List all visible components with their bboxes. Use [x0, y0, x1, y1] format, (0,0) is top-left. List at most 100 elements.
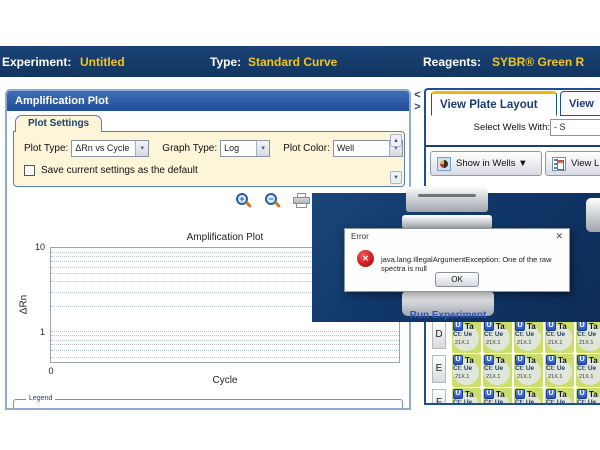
plate-wells-icon — [437, 157, 451, 171]
well-ct: Ct: Ue — [576, 365, 600, 373]
well-top-text: 21X.1 — [483, 339, 512, 347]
settings-scrollbar[interactable]: ▲ ▼ — [389, 133, 403, 185]
well-ct: Ct: Ue — [452, 331, 481, 339]
well-row: UTaCt: Ue21X.1UTaCt: Ue21X.1UTaCt: Ue21X… — [452, 388, 600, 405]
view-legend-button[interactable]: View L — [545, 151, 600, 176]
experiment-value: Untitled — [80, 55, 125, 69]
task-unknown-icon: U — [546, 389, 556, 399]
well-ct: Ct: Ue — [514, 331, 543, 339]
plate-well[interactable]: UTaCt: Ue21X.1 — [483, 354, 512, 387]
reagents-value: SYBR® Green R — [492, 55, 584, 69]
plate-well[interactable]: UTaCt: Ue21X.1 — [452, 320, 481, 353]
well-top-text: 21X.1 — [452, 373, 481, 381]
task-unknown-icon: U — [484, 389, 494, 399]
well-ct: Ct: Ue — [514, 399, 543, 405]
magnifier-handle — [245, 201, 252, 208]
instrument-tray-graphic — [406, 186, 488, 212]
graph-type-label: Graph Type: — [162, 143, 217, 154]
scroll-up-icon[interactable]: ▲ — [390, 134, 402, 147]
instrument-side-graphic — [586, 198, 600, 232]
error-icon: ✕ — [357, 250, 374, 267]
well-target: Ta — [465, 390, 474, 399]
save-default-label: Save current settings as the default — [41, 165, 198, 176]
chevron-down-icon: ▾ — [256, 141, 269, 156]
task-unknown-icon: U — [577, 389, 587, 399]
collapse-right-icon[interactable]: > — [411, 101, 424, 113]
tab-plot-settings[interactable]: Plot Settings — [15, 115, 102, 132]
zoom-in-icon[interactable]: + — [235, 193, 252, 210]
task-unknown-icon: U — [453, 389, 463, 399]
ok-button[interactable]: OK — [435, 272, 479, 287]
plate-well[interactable]: UTaCt: Ue21X.1 — [514, 354, 543, 387]
well-ct: Ct: Ue — [545, 399, 574, 405]
task-unknown-icon: U — [577, 355, 587, 365]
legend-label: Legend — [26, 395, 55, 402]
printer-paper — [296, 203, 307, 208]
well-top-text: 21X.1 — [514, 373, 543, 381]
well-top-text: 21X.1 — [514, 339, 543, 347]
panel-title: Amplification Plot — [7, 91, 409, 111]
plate-well[interactable]: UTaCt: Ue21X.1 — [576, 320, 600, 353]
instrument-tray-graphic — [402, 215, 492, 229]
show-in-wells-label: Show in Wells ▼ — [456, 158, 528, 169]
well-ct: Ct: Ue — [514, 365, 543, 373]
show-in-wells-button[interactable]: Show in Wells ▼ — [430, 151, 542, 176]
error-message: java.lang.IllegalArgumentException: One … — [381, 255, 565, 273]
plate-well[interactable]: UTaCt: Ue21X.1 — [576, 354, 600, 387]
task-unknown-icon: U — [484, 355, 494, 365]
gridline — [51, 344, 399, 345]
view-legend-icon — [552, 157, 566, 171]
plate-well[interactable]: UTaCt: Ue21X.1 — [483, 388, 512, 405]
well-top-text: 21X.1 — [545, 373, 574, 381]
well-row: UTaCt: Ue21X.1UTaCt: Ue21X.1UTaCt: Ue21X… — [452, 354, 600, 387]
well-top-text: 21X.1 — [576, 339, 600, 347]
graph-type-value: Log — [224, 143, 239, 153]
well-target: Ta — [589, 390, 598, 399]
type-value: Standard Curve — [248, 55, 337, 69]
well-ct: Ct: Ue — [576, 399, 600, 405]
plate-well[interactable]: UTaCt: Ue21X.1 — [452, 354, 481, 387]
select-wells-dropdown[interactable]: - S — [550, 119, 600, 136]
plot-settings-box: Plot Type: ΔRn vs Cycle ▾ Graph Type: Lo… — [13, 131, 405, 187]
close-icon[interactable]: ✕ — [555, 231, 563, 242]
well-ct: Ct: Ue — [483, 331, 512, 339]
well-target: Ta — [558, 322, 567, 331]
row-label-D: D — [432, 321, 446, 349]
tab-view-plate-layout[interactable]: View Plate Layout — [431, 91, 557, 116]
graph-type-select[interactable]: Log ▾ — [220, 140, 270, 157]
right-panel-tabs: View Plate Layout View — [426, 90, 600, 116]
color-pie-icon — [440, 160, 448, 168]
plate-well[interactable]: UTaCt: Ue21X.1 — [514, 388, 543, 405]
task-unknown-icon: U — [453, 321, 463, 331]
plate-row: EUTaCt: Ue21X.1UTaCt: Ue21X.1UTaCt: Ue21… — [430, 354, 600, 388]
plate-well[interactable]: UTaCt: Ue21X.1 — [483, 320, 512, 353]
plot-type-label: Plot Type: — [24, 143, 68, 154]
task-unknown-icon: U — [453, 355, 463, 365]
tab-view-well-table[interactable]: View — [560, 91, 600, 116]
plot-type-select[interactable]: ΔRn vs Cycle ▾ — [71, 140, 149, 157]
well-row: UTaCt: Ue21X.1UTaCt: Ue21X.1UTaCt: Ue21X… — [452, 320, 600, 353]
run-experiment-button[interactable]: Run Experiment — [400, 310, 496, 321]
zoom-out-icon[interactable]: − — [264, 193, 281, 210]
plate-well[interactable]: UTaCt: Ue21X.1 — [545, 320, 574, 353]
save-default-checkbox[interactable] — [24, 165, 35, 176]
row-label-F: F — [432, 389, 446, 405]
plate-well[interactable]: UTaCt: Ue21X.1 — [576, 388, 600, 405]
plate-well[interactable]: UTaCt: Ue21X.1 — [452, 388, 481, 405]
plate-well[interactable]: UTaCt: Ue21X.1 — [514, 320, 543, 353]
well-top-text: 21X.1 — [483, 373, 512, 381]
well-ct: Ct: Ue — [576, 331, 600, 339]
collapse-left-icon[interactable]: < — [411, 89, 424, 101]
well-target: Ta — [496, 390, 505, 399]
y-axis-label: ΔRn — [19, 290, 30, 320]
task-unknown-icon: U — [546, 355, 556, 365]
plate-well[interactable]: UTaCt: Ue21X.1 — [545, 354, 574, 387]
gridline — [51, 340, 399, 341]
plate-well[interactable]: UTaCt: Ue21X.1 — [545, 388, 574, 405]
well-target: Ta — [527, 390, 536, 399]
print-icon[interactable] — [293, 193, 310, 209]
scroll-down-icon[interactable]: ▼ — [390, 171, 402, 184]
dialog-title: Error — [351, 232, 369, 241]
gridline — [51, 350, 399, 351]
reagents-label: Reagents: — [423, 55, 481, 69]
